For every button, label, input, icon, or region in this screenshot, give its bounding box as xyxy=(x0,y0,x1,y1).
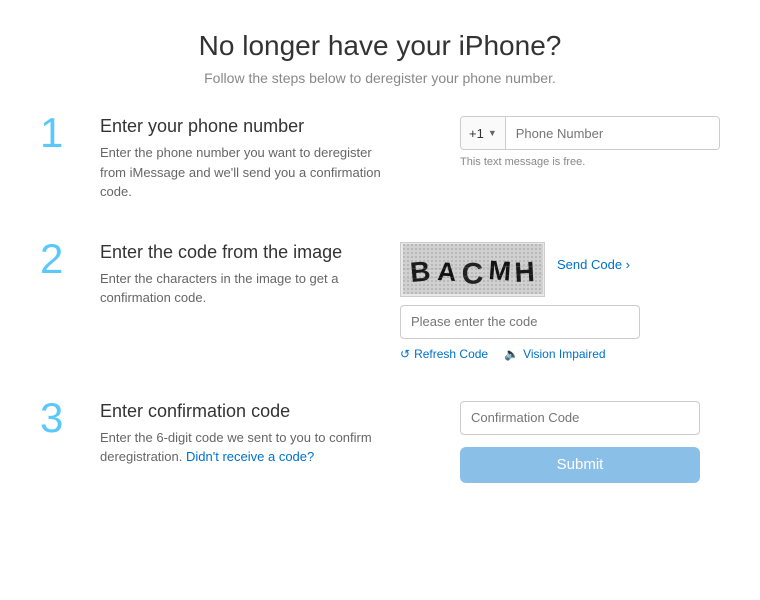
phone-note: This text message is free. xyxy=(460,156,720,168)
refresh-icon: ↺ xyxy=(400,347,410,361)
send-code-link[interactable]: Send Code › xyxy=(557,257,630,272)
captcha-image-box: B A C M H xyxy=(400,242,545,297)
country-code-value: +1 xyxy=(469,126,484,141)
step-3-control: Submit xyxy=(460,401,720,483)
step-2-control: B A C M H Send Code › ↺ xyxy=(400,242,720,361)
step-3-content: Enter confirmation code Enter the 6-digi… xyxy=(90,401,440,467)
step-2: 2 Enter the code from the image Enter th… xyxy=(40,242,720,371)
phone-number-input[interactable] xyxy=(506,117,719,149)
step-2-number: 2 xyxy=(40,238,90,280)
step-1-desc: Enter the phone number you want to dereg… xyxy=(100,143,390,202)
vision-impaired-link[interactable]: 🔈 Vision Impaired xyxy=(504,347,605,361)
step-1-number: 1 xyxy=(40,112,90,154)
step-2-heading: Enter the code from the image xyxy=(100,242,390,263)
step-3-number: 3 xyxy=(40,397,90,439)
step-1-control: +1 ▼ This text message is free. xyxy=(460,116,720,168)
confirmation-code-input[interactable] xyxy=(460,401,700,435)
refresh-code-label: Refresh Code xyxy=(414,347,488,361)
step-2-content: Enter the code from the image Enter the … xyxy=(90,242,390,308)
svg-text:A: A xyxy=(436,256,457,287)
captcha-input[interactable] xyxy=(400,305,640,339)
svg-text:C: C xyxy=(461,257,484,291)
country-code-selector[interactable]: +1 ▼ xyxy=(461,117,506,149)
submit-button[interactable]: Submit xyxy=(460,447,700,483)
page-title: No longer have your iPhone? xyxy=(20,30,740,62)
captcha-input-wrapper xyxy=(400,305,720,339)
svg-text:H: H xyxy=(513,256,535,288)
step-3-desc: Enter the 6-digit code we sent to you to… xyxy=(100,428,390,467)
step-1-content: Enter your phone number Enter the phone … xyxy=(90,116,440,202)
svg-text:M: M xyxy=(487,255,512,286)
phone-input-group[interactable]: +1 ▼ xyxy=(460,116,720,150)
step-1-heading: Enter your phone number xyxy=(100,116,440,137)
step-3: 3 Enter confirmation code Enter the 6-di… xyxy=(40,401,720,493)
svg-text:B: B xyxy=(408,255,431,288)
audio-icon: 🔈 xyxy=(504,347,519,361)
step-2-desc: Enter the characters in the image to get… xyxy=(100,269,390,308)
vision-impaired-label: Vision Impaired xyxy=(523,347,606,361)
chevron-down-icon: ▼ xyxy=(488,128,497,138)
didnt-receive-code-link[interactable]: Didn't receive a code? xyxy=(186,449,314,464)
page-subtitle: Follow the steps below to deregister you… xyxy=(20,70,740,86)
step-1: 1 Enter your phone number Enter the phon… xyxy=(40,116,720,212)
step-3-heading: Enter confirmation code xyxy=(100,401,440,422)
captcha-actions: ↺ Refresh Code 🔈 Vision Impaired xyxy=(400,347,720,361)
refresh-code-link[interactable]: ↺ Refresh Code xyxy=(400,347,488,361)
